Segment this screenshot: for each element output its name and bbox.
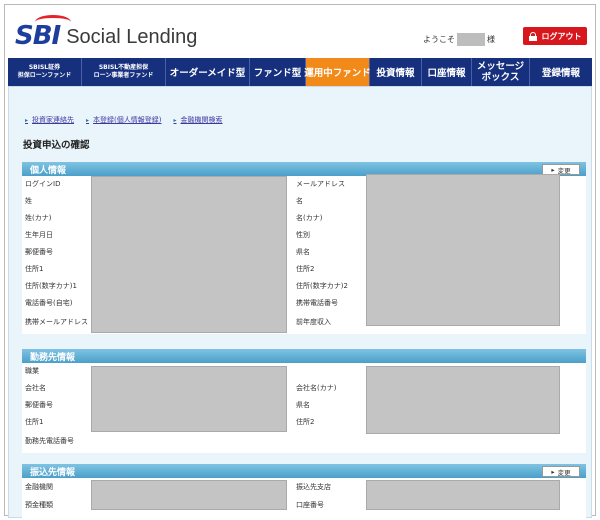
field-label: 振込先支店 xyxy=(296,483,331,491)
triangle-right-icon: ▸ xyxy=(551,165,555,174)
field-label: 性別 xyxy=(296,231,310,239)
field-label: 県名 xyxy=(296,248,310,256)
main-nav: SBISL証券 担保ローンファンド SBISL不動産担保 ローン事業者ファンド オー… xyxy=(8,58,592,86)
field-label: 携帯電話番号 xyxy=(296,299,338,307)
field-label: 会社名(カナ) xyxy=(296,384,337,392)
logo-sbi: SBI xyxy=(15,15,71,51)
field-label: 県名 xyxy=(296,401,310,409)
page-title: 投資申込の確認 xyxy=(23,140,90,151)
personal-info-section: 個人情報 ▸ 変更 ログインID 姓 姓(カナ) 生年月日 郵便番号 住所1 住所… xyxy=(22,162,586,334)
field-label: 携帯メールアドレス xyxy=(25,318,88,326)
nav-order-made[interactable]: オーダーメイド型 xyxy=(166,58,250,86)
nav-account-info[interactable]: 口座情報 xyxy=(422,58,472,86)
field-label: 住所(数字カナ)1 xyxy=(25,282,77,290)
nav-sbisl-realestate-fund[interactable]: SBISL不動産担保 ローン事業者ファンド xyxy=(82,58,166,86)
field-label: 名 xyxy=(296,197,303,205)
field-label: 姓(カナ) xyxy=(25,214,52,222)
logo-text: Social Lending xyxy=(66,26,198,48)
nav-fund-type[interactable]: ファンド型 xyxy=(250,58,306,86)
field-label: 住所(数字カナ)2 xyxy=(296,282,348,290)
nav-registration-info[interactable]: 登録情報 xyxy=(530,58,592,86)
breadcrumb-item[interactable]: ▸ 金融機関検索 xyxy=(174,115,223,125)
bank-info-section: 振込先情報 ▸ 変更 金融機関 預金種類 振込先支店 口座番号 xyxy=(22,464,586,518)
section-header: 勤務先情報 xyxy=(22,349,586,363)
field-label: 住所1 xyxy=(25,265,44,273)
section-body: ログインID 姓 姓(カナ) 生年月日 郵便番号 住所1 住所(数字カナ)1 電… xyxy=(22,174,586,334)
breadcrumb: ▸ 投資家連絡先 ▸ 本登録(個人情報登録) ▸ 金融機関検索 xyxy=(25,115,223,125)
redacted-values-left xyxy=(91,176,287,333)
nav-message-box[interactable]: メッセージ ボックス xyxy=(472,58,530,86)
redacted-values-right xyxy=(366,174,560,326)
field-label: 預金種類 xyxy=(25,501,53,509)
breadcrumb-item[interactable]: ▸ 投資家連絡先 xyxy=(25,115,74,125)
edit-bank-button[interactable]: ▸ 変更 xyxy=(542,466,580,477)
site-logo[interactable]: SBI Social Lending xyxy=(15,15,198,51)
field-label: 金融機関 xyxy=(25,483,53,491)
field-label: 勤務先電話番号 xyxy=(25,437,74,445)
field-label: 名(カナ) xyxy=(296,214,323,222)
logout-button[interactable]: ログアウト xyxy=(523,27,587,45)
header: SBI Social Lending ようこそ 様 ログアウト xyxy=(5,5,595,57)
page-frame: SBI Social Lending ようこそ 様 ログアウト SBISL証券担… xyxy=(4,4,596,518)
section-body: 職業 会社名 郵便番号 住所1 勤務先電話番号 会社名(カナ) 県名 住所2 xyxy=(22,363,586,453)
field-label: 職業 xyxy=(25,367,39,375)
nav-sbisl-securities-fund[interactable]: SBISL証券 担保ローンファンド xyxy=(8,58,82,86)
field-label: 郵便番号 xyxy=(25,248,53,256)
triangle-right-icon: ▸ xyxy=(551,467,555,476)
field-label: 前年度収入 xyxy=(296,318,331,326)
section-header: 振込先情報 ▸ 変更 xyxy=(22,464,586,478)
redacted-values-right xyxy=(366,366,560,434)
username-redacted xyxy=(457,33,485,46)
field-label: 生年月日 xyxy=(25,231,53,239)
work-info-section: 勤務先情報 職業 会社名 郵便番号 住所1 勤務先電話番号 会社名(カナ) 県名… xyxy=(22,349,586,453)
field-label: 姓 xyxy=(25,197,32,205)
nav-investment-info[interactable]: 投資情報 xyxy=(370,58,422,86)
field-label: 住所2 xyxy=(296,418,315,426)
field-label: ログインID xyxy=(25,180,61,188)
field-label: 郵便番号 xyxy=(25,401,53,409)
redacted-values-left xyxy=(91,366,287,432)
lock-icon xyxy=(528,31,537,41)
field-label: 電話番号(自宅) xyxy=(25,299,73,307)
field-label: 住所1 xyxy=(25,418,44,426)
welcome-message: ようこそ 様 xyxy=(423,33,495,46)
section-body: 金融機関 預金種類 振込先支店 口座番号 xyxy=(22,478,586,518)
field-label: 住所2 xyxy=(296,265,315,273)
field-label: 会社名 xyxy=(25,384,46,392)
redacted-values-left xyxy=(91,480,287,510)
field-label: 口座番号 xyxy=(296,501,324,509)
content-area: ▸ 投資家連絡先 ▸ 本登録(個人情報登録) ▸ 金融機関検索 投資申込の確認 個人情… xyxy=(8,86,592,518)
nav-active-fund[interactable]: 運用中ファンド xyxy=(304,58,371,86)
breadcrumb-item[interactable]: ▸ 本登録(個人情報登録) xyxy=(86,115,161,125)
field-label: メールアドレス xyxy=(296,180,345,188)
redacted-values-right xyxy=(366,480,560,510)
